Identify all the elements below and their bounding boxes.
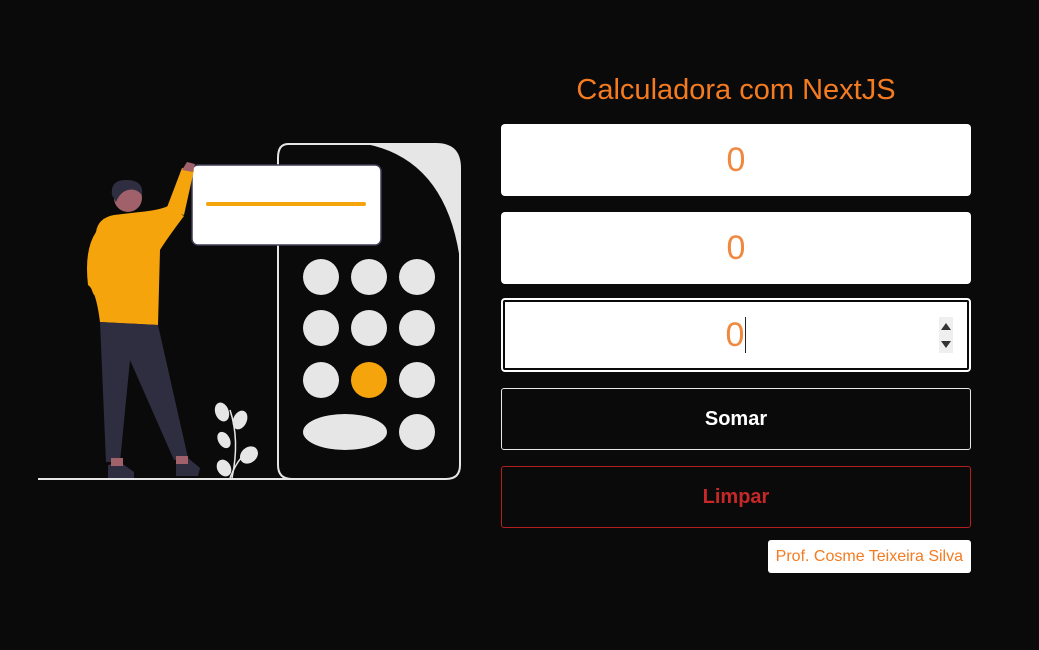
key-7 bbox=[303, 362, 339, 398]
clear-button[interactable]: Limpar bbox=[501, 466, 971, 528]
result-number-value: 0 bbox=[725, 315, 745, 354]
calculator-illustration bbox=[38, 143, 461, 480]
key-4 bbox=[303, 310, 339, 346]
key-9 bbox=[399, 362, 435, 398]
person-pants bbox=[100, 322, 188, 462]
person-shirt bbox=[87, 206, 184, 325]
page-title: Calculadora com NextJS bbox=[576, 74, 896, 106]
key-2 bbox=[351, 259, 387, 295]
key-equals bbox=[399, 414, 435, 450]
number-spinner[interactable] bbox=[939, 317, 953, 353]
footer: Prof. Cosme Teixeira Silva bbox=[500, 540, 971, 573]
calculator-panel: Calculadora com NextJS 0 0 0 Somar Limpa… bbox=[500, 70, 972, 573]
text-caret bbox=[745, 317, 747, 353]
second-number-value: 0 bbox=[726, 228, 746, 267]
person-figure bbox=[87, 162, 200, 478]
plant bbox=[214, 402, 258, 479]
page: Calculadora com NextJS 0 0 0 Somar Limpa… bbox=[0, 0, 1039, 650]
first-number-input[interactable]: 0 bbox=[501, 124, 971, 196]
first-number-value: 0 bbox=[726, 140, 746, 179]
key-wide bbox=[303, 414, 387, 450]
key-1 bbox=[303, 259, 339, 295]
sum-button[interactable]: Somar bbox=[501, 388, 971, 450]
result-number-input[interactable]: 0 bbox=[501, 298, 971, 372]
spinner-up-icon[interactable] bbox=[941, 322, 951, 330]
spinner-down-icon[interactable] bbox=[941, 340, 951, 348]
key-highlight bbox=[351, 362, 387, 398]
key-3 bbox=[399, 259, 435, 295]
author-credit: Prof. Cosme Teixeira Silva bbox=[767, 540, 971, 573]
key-6 bbox=[399, 310, 435, 346]
second-number-input[interactable]: 0 bbox=[501, 212, 971, 284]
key-5 bbox=[351, 310, 387, 346]
